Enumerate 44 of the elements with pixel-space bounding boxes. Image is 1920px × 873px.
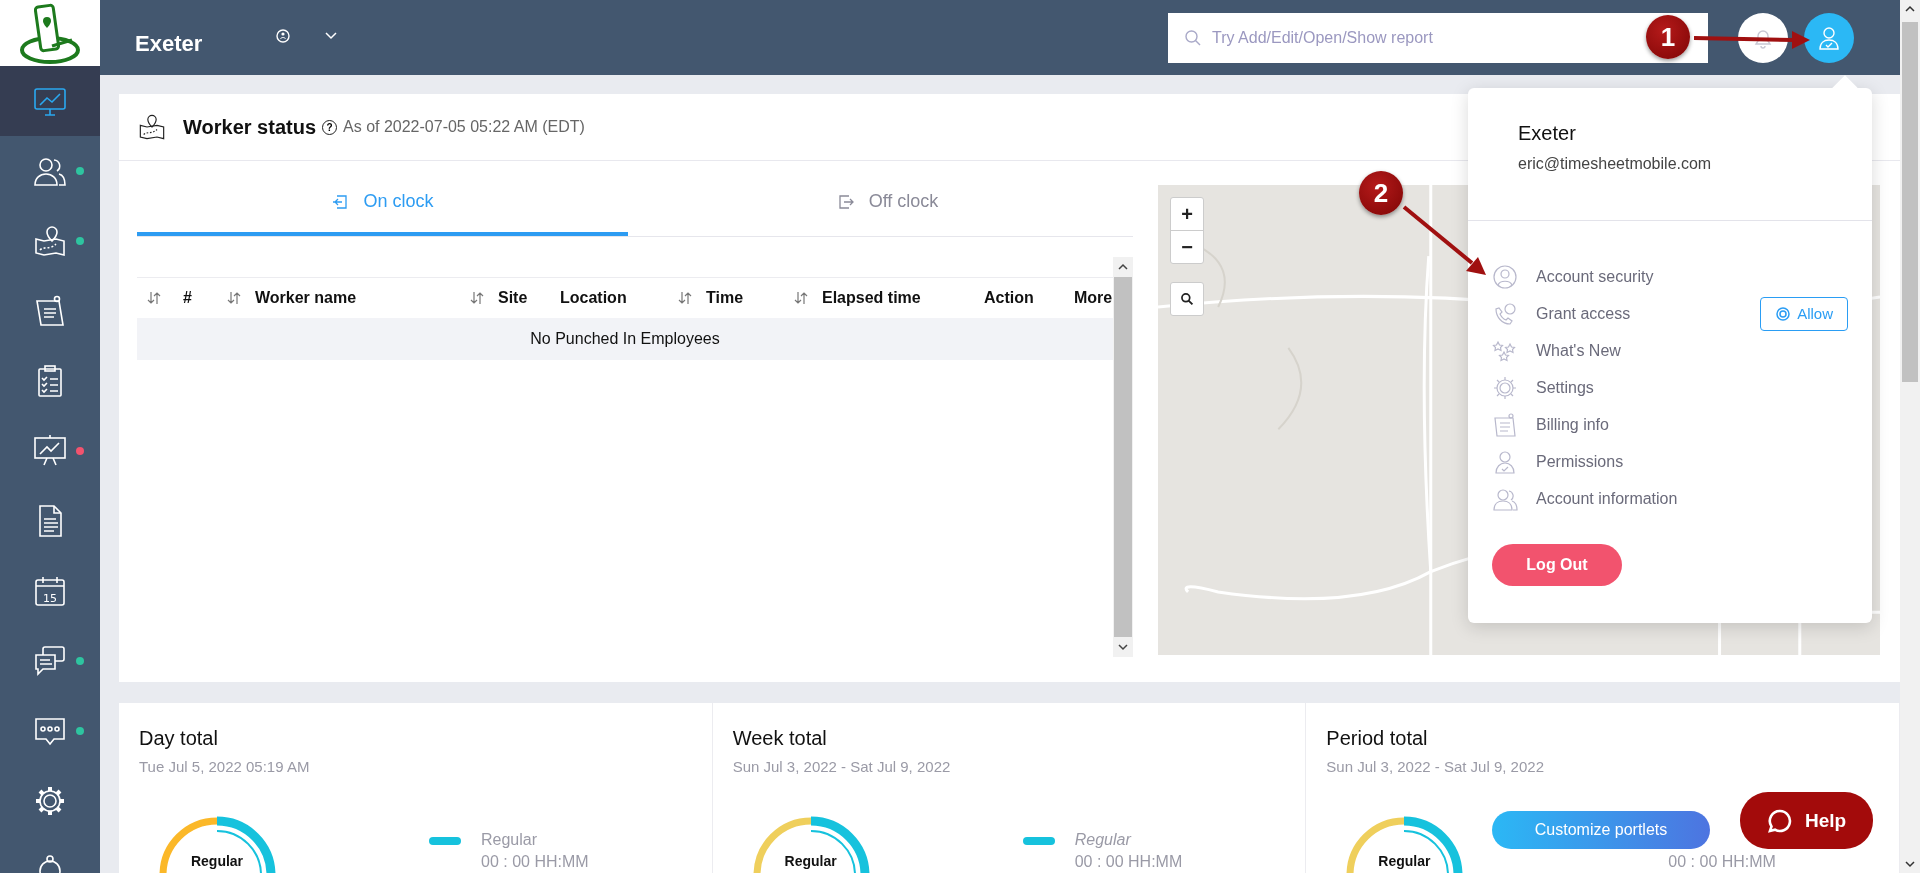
column-header: More <box>1074 289 1113 307</box>
zoom-in-button[interactable]: + <box>1171 198 1203 231</box>
menu-item[interactable]: Billing info <box>1492 411 1609 438</box>
menu-item[interactable]: Account security <box>1492 263 1654 290</box>
menu-item[interactable]: What's New <box>1492 337 1621 364</box>
tab[interactable]: On clock <box>137 165 628 236</box>
column-header: Time <box>706 289 744 307</box>
hours-value: 00 : 00 HH:MM <box>481 853 589 871</box>
hours-value: 00 : 00 HH:MM <box>1668 853 1776 871</box>
tab[interactable]: Off clock <box>642 165 1133 236</box>
card-title: Day total <box>139 727 219 750</box>
timestamp: As of 2022-07-05 05:22 AM (EDT) <box>343 118 585 136</box>
customize-portlets-button[interactable]: Customize portlets <box>1492 811 1710 849</box>
card-title: Worker status <box>183 115 316 139</box>
column-header: Action <box>984 289 1034 307</box>
user-name: Exeter <box>1518 122 1577 145</box>
column-header: Elapsed time <box>822 289 921 307</box>
date-range: Tue Jul 5, 2022 05:19 AM <box>139 758 311 775</box>
column-header: Site <box>498 289 528 307</box>
column-header: Location <box>560 289 627 307</box>
date-range: Sun Jul 3, 2022 - Sat Jul 9, 2022 <box>1326 758 1545 775</box>
log-out-button[interactable]: Log Out <box>1492 544 1622 586</box>
account-title: Exeter <box>135 30 203 57</box>
sidebar-item[interactable]: 15 <box>0 556 100 626</box>
zoom-out-button[interactable]: − <box>1171 231 1203 263</box>
column-header: # <box>183 289 192 307</box>
menu-item[interactable]: Grant access <box>1492 300 1631 327</box>
chart-label: Regular <box>1377 853 1432 869</box>
card-title: Period total <box>1326 727 1429 750</box>
menu-item[interactable]: Account information <box>1492 485 1678 512</box>
menu-item[interactable]: Permissions <box>1492 448 1624 475</box>
column-header: Worker name <box>255 289 357 307</box>
card-title: Week total <box>732 727 828 750</box>
hours-value: 00 : 00 HH:MM <box>1074 853 1183 871</box>
empty-message: No Punched In Employees <box>137 318 1113 360</box>
legend-label: Regular <box>481 831 539 849</box>
help-button[interactable]: Help <box>1740 792 1873 849</box>
allow-button[interactable]: Allow <box>1760 296 1848 331</box>
chart-label: Regular <box>783 853 838 869</box>
legend-label: Regular <box>1074 831 1133 849</box>
menu-item[interactable]: Settings <box>1492 374 1594 401</box>
chart-label: Regular <box>189 853 245 869</box>
user-email: eric@timesheetmobile.com <box>1518 155 1713 173</box>
date-range: Sun Jul 3, 2022 - Sat Jul 9, 2022 <box>732 758 952 775</box>
